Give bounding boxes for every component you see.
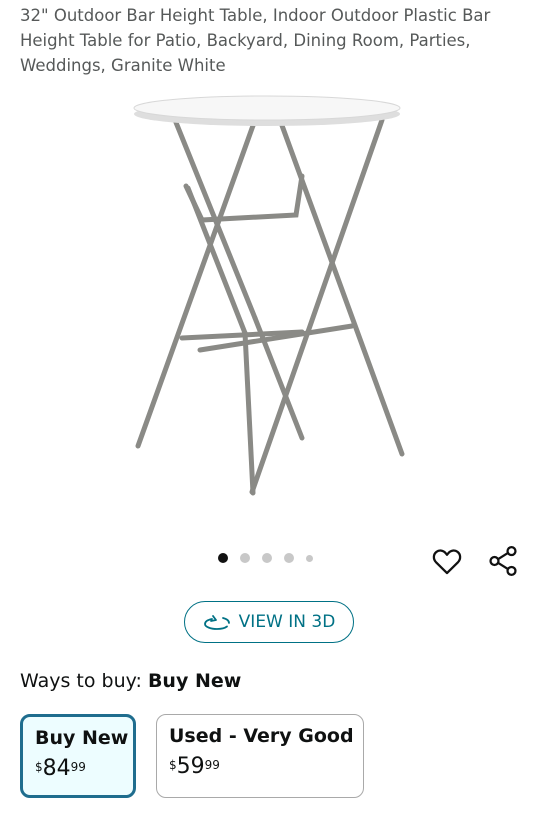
option-price: $ 59 99 bbox=[169, 755, 351, 779]
share-icon bbox=[489, 545, 517, 577]
carousel-dot[interactable] bbox=[240, 553, 250, 563]
wishlist-button[interactable] bbox=[430, 544, 464, 578]
heart-outline-icon bbox=[432, 549, 462, 575]
ways-to-buy-prefix: Ways to buy: bbox=[20, 670, 142, 692]
carousel-dot[interactable] bbox=[218, 553, 228, 563]
price-fraction: 99 bbox=[70, 760, 86, 774]
image-carousel-indicator[interactable] bbox=[218, 553, 313, 563]
price-whole: 84 bbox=[42, 756, 71, 781]
carousel-dot[interactable] bbox=[284, 553, 294, 563]
used-very-good-option[interactable]: Used - Very Good $ 59 99 bbox=[156, 714, 364, 798]
ways-to-buy-selected: Buy New bbox=[147, 670, 242, 692]
option-price: $ 84 99 bbox=[35, 757, 121, 781]
option-label: Used - Very Good bbox=[169, 725, 354, 747]
share-button[interactable] bbox=[486, 544, 520, 578]
carousel-dot[interactable] bbox=[262, 553, 272, 563]
rotate-3d-icon bbox=[203, 615, 230, 630]
option-label: Buy New bbox=[35, 727, 129, 749]
price-fraction: 99 bbox=[204, 758, 220, 772]
carousel-dot[interactable] bbox=[306, 554, 313, 562]
price-symbol: $ bbox=[35, 760, 43, 774]
product-image[interactable] bbox=[120, 88, 420, 508]
view-in-3d-button[interactable]: VIEW IN 3D bbox=[184, 601, 354, 643]
buy-new-option[interactable]: Buy New $ 84 99 bbox=[20, 714, 136, 798]
ways-to-buy-heading: Ways to buy: Buy New bbox=[20, 670, 241, 692]
product-title: 32" Outdoor Bar Height Table, Indoor Out… bbox=[20, 6, 491, 75]
view-in-3d-label: VIEW IN 3D bbox=[238, 612, 336, 632]
price-symbol: $ bbox=[169, 758, 177, 772]
price-whole: 59 bbox=[176, 754, 205, 779]
